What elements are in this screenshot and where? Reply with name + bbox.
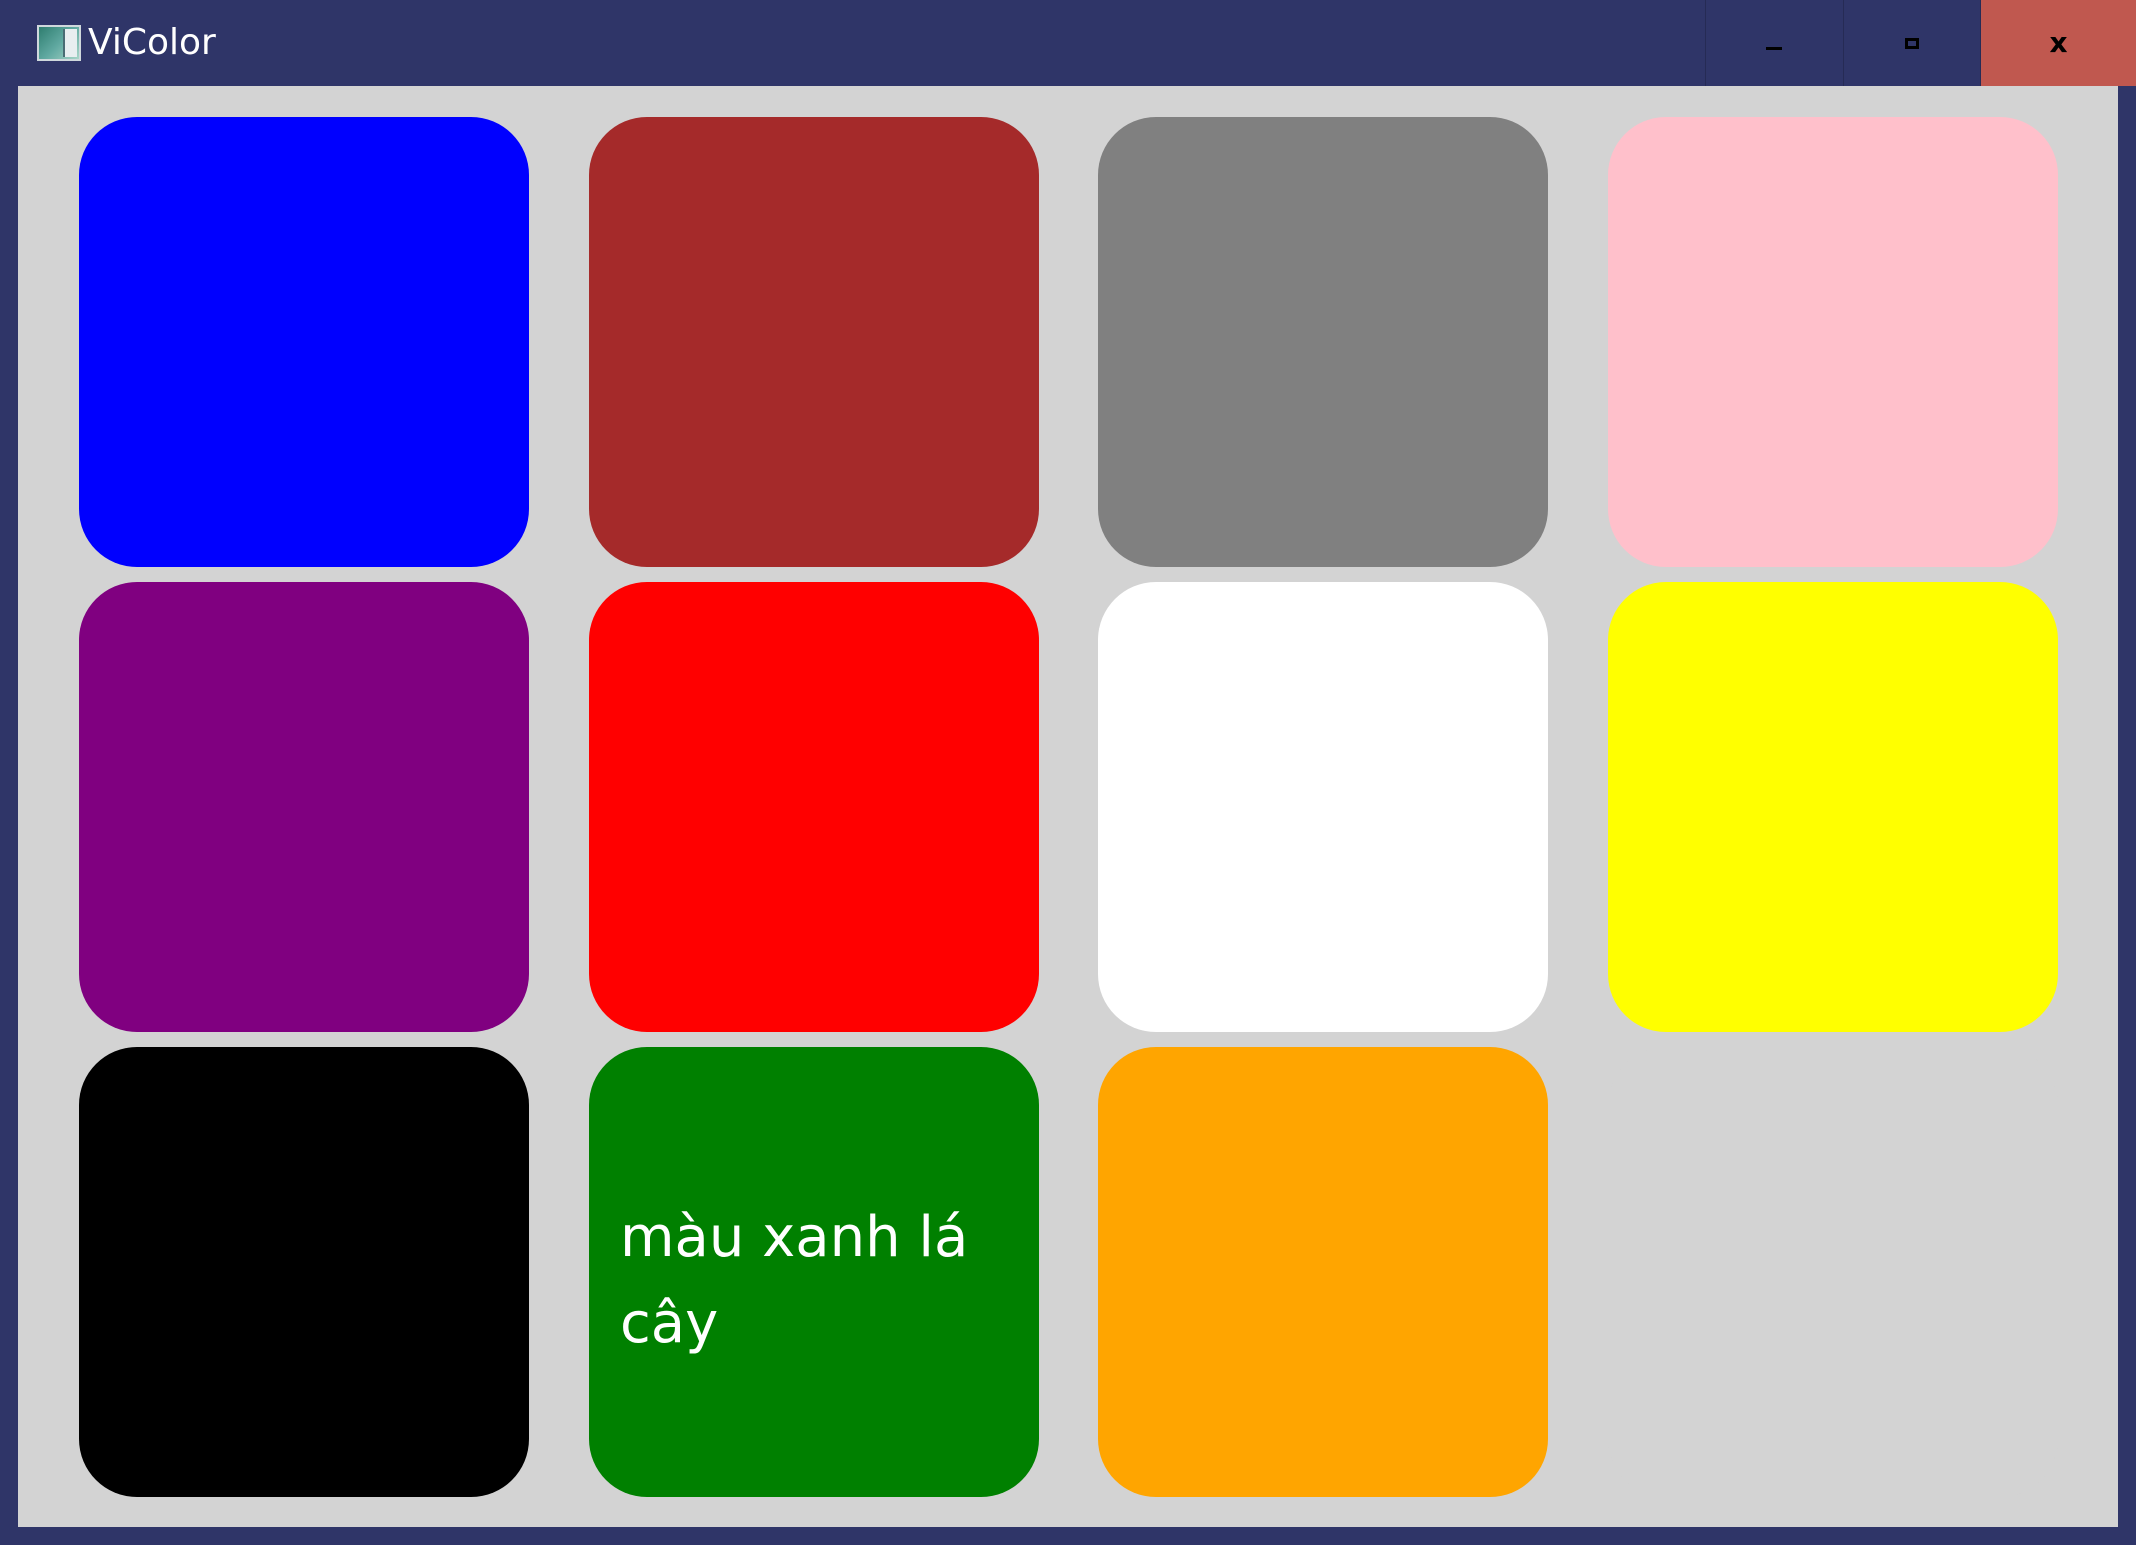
color-tile-red[interactable] <box>589 582 1039 1032</box>
maximize-button[interactable] <box>1843 0 1979 86</box>
title-bar[interactable]: ViColor x <box>0 0 2136 86</box>
color-tile-green[interactable]: màu xanh lá cây <box>589 1047 1039 1497</box>
app-window: ViColor x màu xanh lá cây <box>0 0 2136 1545</box>
color-grid: màu xanh lá cây <box>18 86 2118 1527</box>
color-tile-label: màu xanh lá cây <box>620 1205 969 1356</box>
color-tile-yellow[interactable] <box>1608 582 2058 1032</box>
color-tile-brown[interactable] <box>589 117 1039 567</box>
maximize-icon <box>1904 37 1919 49</box>
color-tile-white[interactable] <box>1098 582 1548 1032</box>
color-tile-lightgray[interactable] <box>1608 1047 2058 1497</box>
window-title: ViColor <box>88 22 216 63</box>
minimize-icon <box>1765 46 1782 50</box>
color-tile-orange[interactable] <box>1098 1047 1548 1497</box>
color-tile-pink[interactable] <box>1608 117 2058 567</box>
color-tile-blue[interactable] <box>79 117 529 567</box>
close-button[interactable]: x <box>1980 0 2136 86</box>
minimize-button[interactable] <box>1705 0 1841 86</box>
color-tile-purple[interactable] <box>79 582 529 1032</box>
color-tile-gray[interactable] <box>1098 117 1548 567</box>
close-icon: x <box>2049 26 2068 59</box>
app-window-icon <box>37 25 81 61</box>
app-icon-frame <box>63 29 77 57</box>
color-tile-black[interactable] <box>79 1047 529 1497</box>
